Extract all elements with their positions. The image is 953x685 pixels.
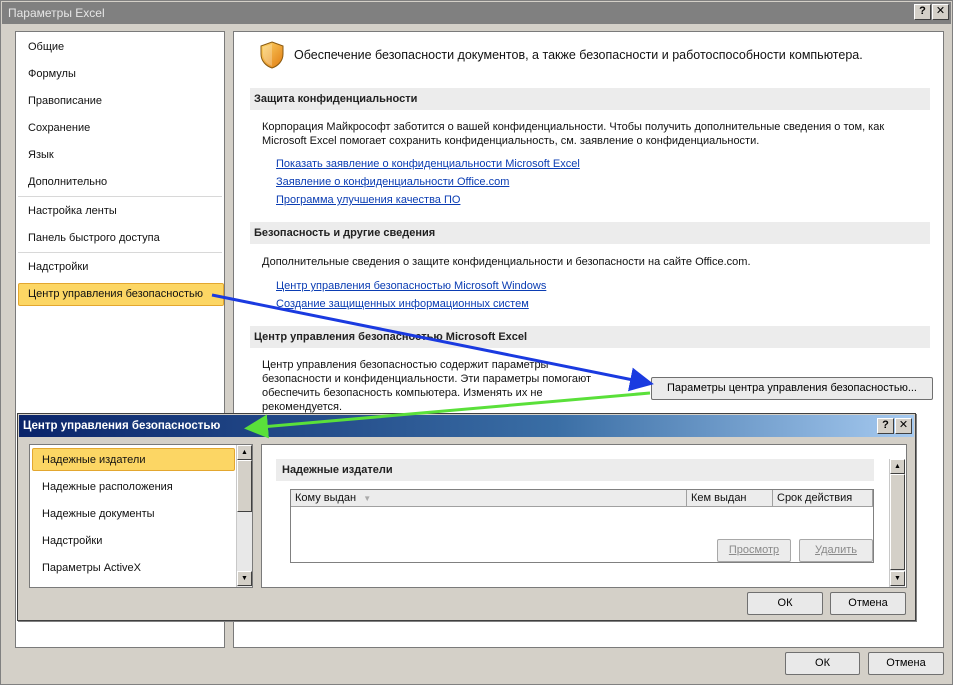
help-button[interactable]: ? — [914, 4, 931, 20]
link-ceip[interactable]: Программа улучшения качества ПО — [276, 194, 460, 206]
ok-button[interactable]: ОК — [785, 652, 860, 675]
security-section-title: Безопасность и другие сведения — [250, 222, 930, 244]
link-excel-privacy-statement[interactable]: Показать заявление о конфиденциальности … — [276, 158, 580, 170]
scroll-up-icon[interactable]: ▲ — [890, 459, 905, 474]
nav-item-quick-access-toolbar[interactable]: Панель быстрого доступа — [28, 232, 160, 244]
nav-item-proofing[interactable]: Правописание — [28, 95, 102, 107]
dialog-cancel-button[interactable]: Отмена — [830, 592, 906, 615]
dialog-nav: Надежные издатели Надежные расположения … — [29, 444, 253, 588]
trust-center-dialog: Центр управления безопасностью ? ✕ Надеж… — [17, 413, 916, 621]
trust-center-text-line4: рекомендуется. — [262, 401, 343, 413]
trust-center-settings-button[interactable]: Параметры центра управления безопасность… — [651, 377, 933, 400]
dialog-nav-scrollbar[interactable]: ▲ ▼ — [236, 445, 252, 587]
dialog-title: Центр управления безопасностью — [23, 420, 221, 432]
nav-divider — [18, 196, 222, 197]
scroll-down-icon[interactable]: ▼ — [890, 571, 905, 586]
window-titlebar[interactable]: Параметры Excel — [2, 2, 951, 24]
sort-down-icon: ▼ — [363, 494, 372, 503]
column-issued-by[interactable]: Кем выдан — [687, 490, 773, 507]
nav-item-trust-center[interactable]: Центр управления безопасностью — [28, 288, 203, 300]
trust-center-text-line3: обеспечить безопасность компьютера. Изме… — [262, 387, 543, 399]
dialog-nav-item-addins[interactable]: Надстройки — [42, 535, 102, 547]
dialog-nav-item-trusted-publishers[interactable]: Надежные издатели — [42, 454, 145, 466]
nav-item-customize-ribbon[interactable]: Настройка ленты — [28, 205, 117, 217]
page-headline: Обеспечение безопасности документов, а т… — [294, 48, 863, 62]
dialog-nav-item-activex[interactable]: Параметры ActiveX — [42, 562, 141, 574]
column-expiration[interactable]: Срок действия — [773, 490, 873, 507]
nav-item-addins[interactable]: Надстройки — [28, 261, 88, 273]
security-text: Дополнительные сведения о защите конфиде… — [262, 256, 751, 268]
trust-center-text-line1: Центр управления безопасностью содержит … — [262, 359, 549, 371]
cancel-button[interactable]: Отмена — [868, 652, 944, 675]
scroll-thumb[interactable] — [237, 460, 252, 512]
nav-item-language[interactable]: Язык — [28, 149, 54, 161]
trust-center-text-line2: безопасности и конфиденциальности. Эти п… — [262, 373, 592, 385]
privacy-text-line2: Microsoft Excel помогает сохранить конфи… — [262, 135, 760, 147]
trusted-publishers-section-title: Надежные издатели — [276, 459, 874, 481]
scroll-thumb[interactable] — [890, 474, 905, 570]
scroll-down-icon[interactable]: ▼ — [237, 571, 252, 586]
dialog-nav-item-trusted-locations[interactable]: Надежные расположения — [42, 481, 173, 493]
dialog-ok-button[interactable]: ОК — [747, 592, 823, 615]
privacy-section-title: Защита конфиденциальности — [250, 88, 930, 110]
dialog-titlebar[interactable]: Центр управления безопасностью — [19, 415, 914, 437]
dialog-nav-item-trusted-documents[interactable]: Надежные документы — [42, 508, 155, 520]
nav-item-advanced[interactable]: Дополнительно — [28, 176, 107, 188]
nav-item-general[interactable]: Общие — [28, 41, 64, 53]
privacy-text-line1: Корпорация Майкрософт заботится о вашей … — [262, 121, 885, 133]
nav-divider — [18, 252, 222, 253]
link-windows-security-center[interactable]: Центр управления безопасностью Microsoft… — [276, 280, 546, 292]
remove-button[interactable]: Удалить — [799, 539, 873, 562]
column-issued-to-label: Кому выдан — [295, 492, 357, 504]
close-button[interactable]: ✕ — [932, 4, 949, 20]
column-issued-to[interactable]: Кому выдан ▼ — [291, 490, 687, 507]
shield-icon — [260, 41, 284, 69]
link-trustworthy-computing[interactable]: Создание защищенных информационных систе… — [276, 298, 529, 310]
window-title: Параметры Excel — [8, 6, 105, 20]
dialog-content-scrollbar[interactable]: ▲ ▼ — [889, 459, 905, 587]
trust-center-section-title: Центр управления безопасностью Microsoft… — [250, 326, 930, 348]
nav-item-save[interactable]: Сохранение — [28, 122, 90, 134]
dialog-help-button[interactable]: ? — [877, 418, 894, 434]
link-office-privacy-statement[interactable]: Заявление о конфиденциальности Office.co… — [276, 176, 509, 188]
scroll-up-icon[interactable]: ▲ — [237, 445, 252, 460]
dialog-content: Надежные издатели Кому выдан ▼ Кем выдан… — [261, 444, 907, 588]
nav-item-formulas[interactable]: Формулы — [28, 68, 76, 80]
view-button[interactable]: Просмотр — [717, 539, 791, 562]
dialog-close-button[interactable]: ✕ — [895, 418, 912, 434]
